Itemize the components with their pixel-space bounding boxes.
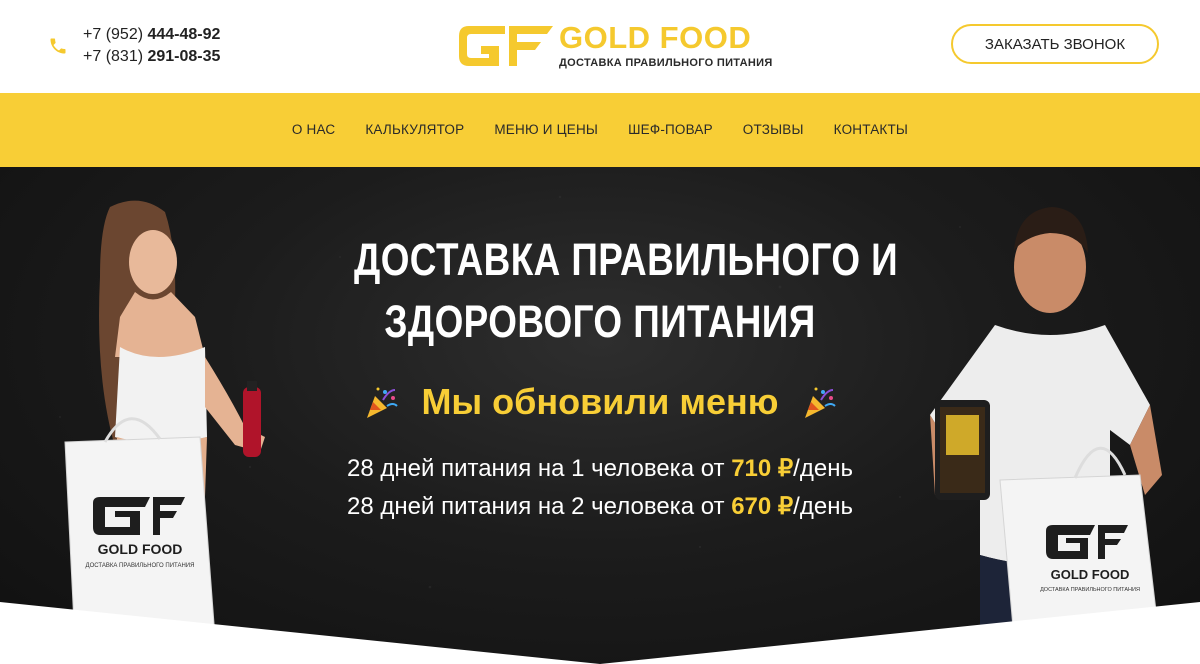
hero-title-line-2: ЗДОРОВОГО ПИТАНИЯ xyxy=(384,296,816,347)
offer-unit: /день xyxy=(793,493,853,520)
nav-item-menu-prices[interactable]: МЕНЮ И ЦЕНЫ xyxy=(494,122,598,137)
woman-with-bag-image: GOLD FOOD ДОСТАВКА ПРАВИЛЬНОГО ПИТАНИЯ xyxy=(64,200,265,645)
bag-brand-text: GOLD FOOD xyxy=(98,541,183,557)
hero-title-line-1: ДОСТАВКА ПРАВИЛЬНОГО И xyxy=(354,234,899,285)
offer-unit: /день xyxy=(793,455,853,482)
site-header: +7 (952) 444-48-92 +7 (831) 291-08-35 GO… xyxy=(0,0,1200,93)
offer-price: 710 ₽ xyxy=(731,455,794,482)
hero-banner: GOLD FOOD ДОСТАВКА ПРАВИЛЬНОГО ПИТАНИЯ G… xyxy=(0,167,1200,664)
phone-link-2[interactable]: +7 (831) 291-08-35 xyxy=(83,46,220,68)
order-call-button[interactable]: ЗАКАЗАТЬ ЗВОНОК xyxy=(951,24,1159,64)
menu-update-banner: Мы обновили меню xyxy=(340,377,860,427)
phone-numbers: +7 (952) 444-48-92 +7 (831) 291-08-35 xyxy=(83,24,220,68)
hero-bottom-wave xyxy=(0,602,1200,664)
price-offers: 28 дней питания на 1 человека от 710 ₽/д… xyxy=(250,450,950,526)
nav-list: О НАС КАЛЬКУЛЯТОР МЕНЮ И ЦЕНЫ ШЕФ-ПОВАР … xyxy=(0,122,1200,137)
bag-tagline-text: ДОСТАВКА ПРАВИЛЬНОГО ПИТАНИЯ xyxy=(86,563,195,569)
party-popper-icon xyxy=(804,387,836,418)
nav-item-chef[interactable]: ШЕФ-ПОВАР xyxy=(628,122,713,137)
phone-prefix: +7 (952) xyxy=(83,26,148,43)
phone-prefix: +7 (831) xyxy=(83,48,148,65)
nav-item-calculator[interactable]: КАЛЬКУЛЯТОР xyxy=(365,122,464,137)
nav-item-contacts[interactable]: КОНТАКТЫ xyxy=(834,122,908,137)
phone-icon xyxy=(50,38,66,54)
offer-line-1: 28 дней питания на 1 человека от 710 ₽/д… xyxy=(250,450,950,488)
menu-update-text: Мы обновили меню xyxy=(421,381,779,422)
site-logo[interactable]: GOLD FOOD ДОСТАВКА ПРАВИЛЬНОГО ПИТАНИЯ xyxy=(455,20,772,74)
main-nav: О НАС КАЛЬКУЛЯТОР МЕНЮ И ЦЕНЫ ШЕФ-ПОВАР … xyxy=(0,93,1200,167)
offer-line-2: 28 дней питания на 2 человека от 670 ₽/д… xyxy=(250,488,950,526)
bag-brand-text: GOLD FOOD xyxy=(1051,567,1130,582)
hero-title: ДОСТАВКА ПРАВИЛЬНОГО И ЗДОРОВОГО ПИТАНИЯ xyxy=(354,229,899,353)
logo-brand-text: GOLD FOOD xyxy=(559,20,752,55)
phone-number: 444-48-92 xyxy=(147,26,221,43)
offer-text: 28 дней питания на 1 человека от xyxy=(347,455,732,482)
phone-link-1[interactable]: +7 (952) 444-48-92 xyxy=(83,24,220,46)
man-with-bag-image: GOLD FOOD ДОСТАВКА ПРАВИЛЬНОГО ПИТАНИЯ xyxy=(930,207,1162,664)
bag-tagline-text: ДОСТАВКА ПРАВИЛЬНОГО ПИТАНИЯ xyxy=(1040,587,1140,593)
logo-tagline: ДОСТАВКА ПРАВИЛЬНОГО ПИТАНИЯ xyxy=(559,57,773,69)
nav-item-reviews[interactable]: ОТЗЫВЫ xyxy=(743,122,804,137)
phone-number: 291-08-35 xyxy=(147,48,221,65)
gf-logo-mark xyxy=(459,26,553,66)
nav-item-about[interactable]: О НАС xyxy=(292,122,335,137)
offer-text: 28 дней питания на 2 человека от xyxy=(347,493,732,520)
party-popper-icon xyxy=(367,387,399,418)
offer-price: 670 ₽ xyxy=(731,493,794,520)
